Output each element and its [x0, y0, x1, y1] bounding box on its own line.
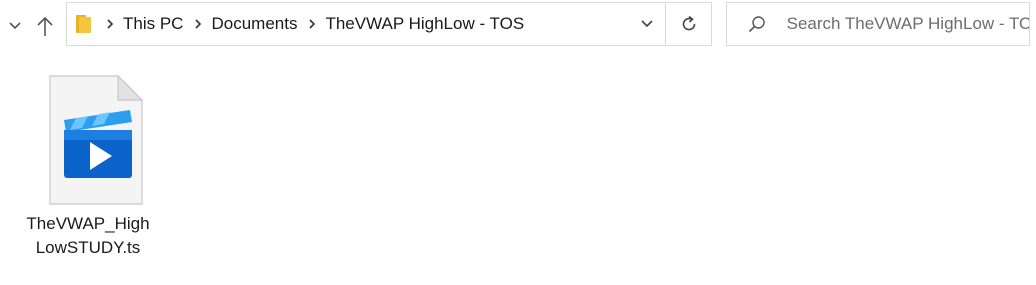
breadcrumb-separator[interactable]: [187, 3, 209, 45]
file-name: TheVWAP_HighLowSTUDY.ts: [26, 214, 150, 257]
refresh-icon: [682, 15, 695, 31]
video-file-icon: [49, 74, 144, 205]
chevron-right-icon: [309, 19, 316, 29]
chevron-right-icon: [107, 19, 114, 29]
breadcrumb-this-pc[interactable]: This PC: [121, 14, 187, 34]
chevron-right-icon: [195, 19, 202, 29]
search-icon: [748, 16, 765, 33]
file-item[interactable]: TheVWAP_HighLowSTUDY.ts: [24, 68, 152, 268]
address-bar[interactable]: This PC Documents TheVWAP HighLow - TOS: [66, 2, 712, 46]
navigation-bar: This PC Documents TheVWAP HighLow - TOS: [0, 0, 1036, 52]
breadcrumb: This PC Documents TheVWAP HighLow - TOS: [99, 3, 711, 45]
up-arrow-icon: [37, 16, 53, 36]
address-dropdown-button[interactable]: [629, 3, 665, 45]
search-input[interactable]: [786, 14, 1029, 34]
breadcrumb-separator[interactable]: [99, 3, 121, 45]
address-folder: [69, 3, 99, 45]
chevron-down-icon: [641, 20, 653, 28]
up-button[interactable]: [32, 12, 58, 40]
search-icon-wrap: [727, 3, 787, 45]
recent-locations-button[interactable]: [4, 14, 26, 38]
refresh-button[interactable]: [665, 3, 711, 45]
search-box[interactable]: [726, 2, 1030, 46]
breadcrumb-separator[interactable]: [301, 3, 323, 45]
breadcrumb-documents[interactable]: Documents: [209, 14, 301, 34]
breadcrumb-current-folder[interactable]: TheVWAP HighLow - TOS: [323, 14, 528, 34]
chevron-down-icon: [9, 22, 21, 30]
folder-icon: [76, 15, 91, 33]
